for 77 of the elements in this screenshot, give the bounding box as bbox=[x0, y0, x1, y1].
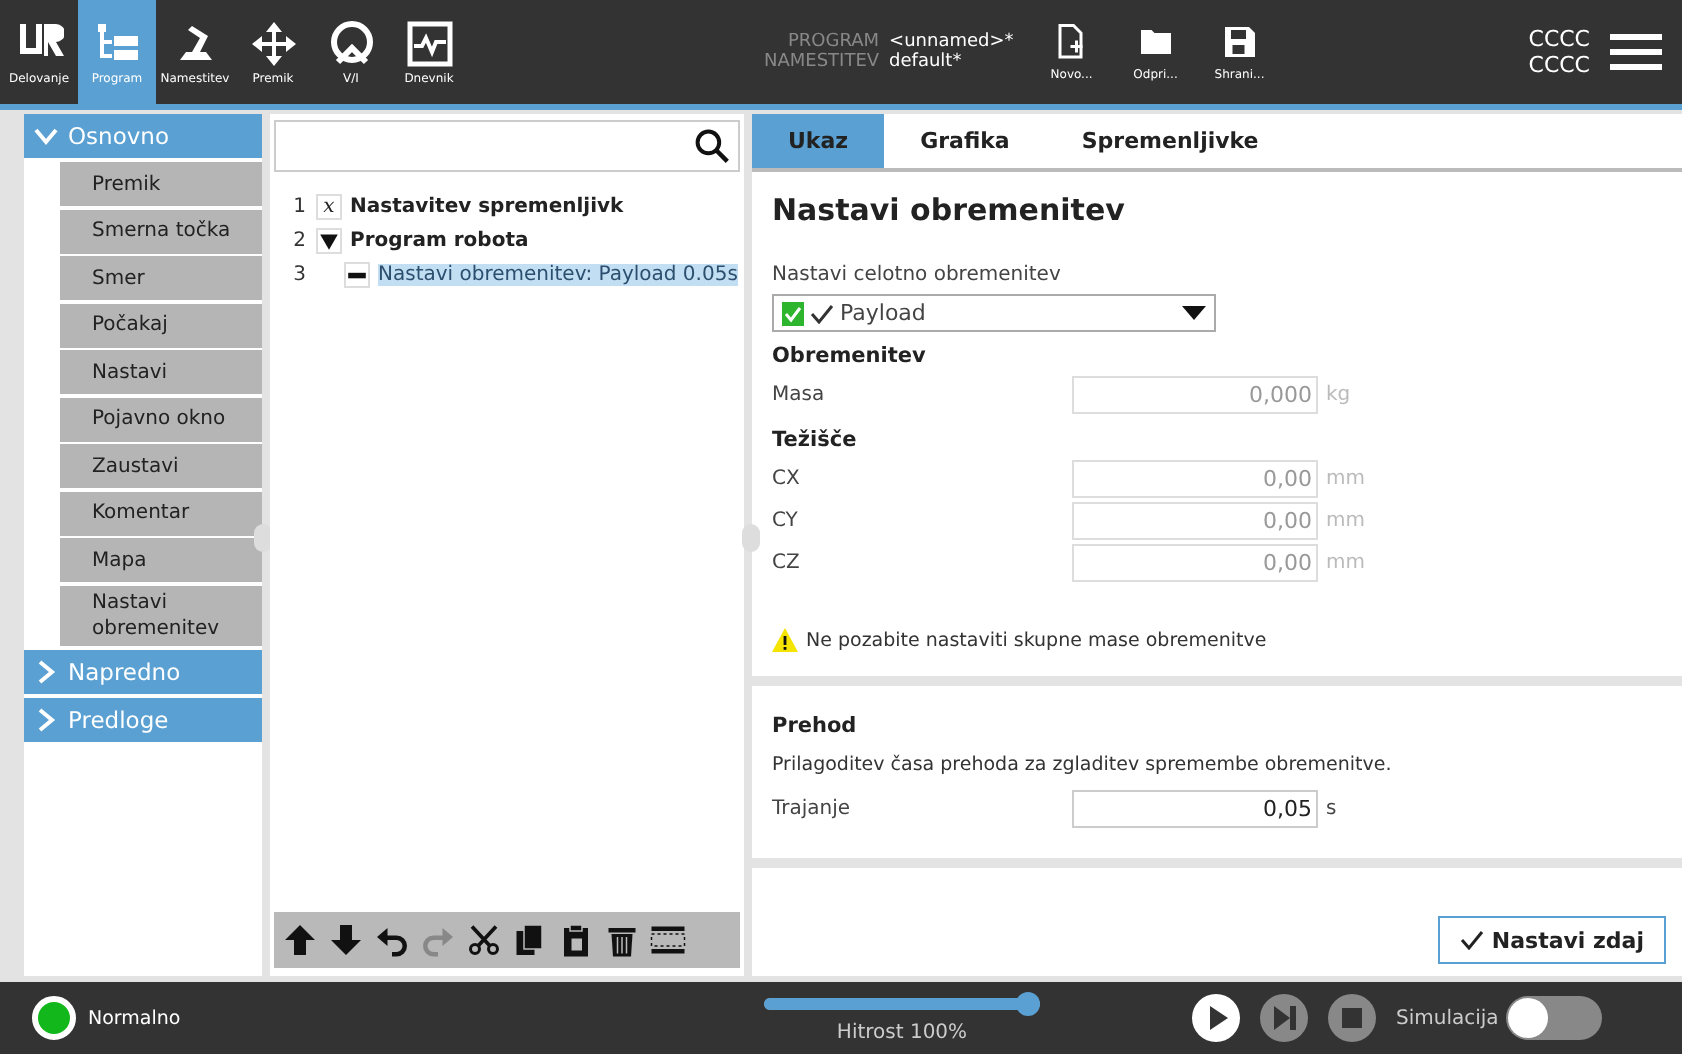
command-item[interactable]: Nastavi obremenitev bbox=[60, 585, 262, 645]
section-heading: Težišče bbox=[772, 428, 859, 452]
field-label: Masa bbox=[772, 384, 827, 406]
up-arrow-icon[interactable] bbox=[282, 922, 318, 958]
trash-icon[interactable] bbox=[604, 922, 640, 958]
stop-icon[interactable] bbox=[1328, 994, 1376, 1042]
check-icon bbox=[810, 303, 834, 323]
status-text: Normalno bbox=[88, 1007, 181, 1029]
program-name: <unnamed>* bbox=[889, 32, 1014, 52]
set-now-button[interactable]: Nastavi zdaj bbox=[1437, 916, 1666, 964]
status-lamp bbox=[32, 996, 76, 1040]
command-item[interactable]: Pojavno okno bbox=[60, 397, 262, 441]
save-icon bbox=[1221, 22, 1258, 62]
unit-label: kg bbox=[1326, 384, 1351, 406]
nav-icon bbox=[327, 19, 375, 67]
simulation-label: Simulacija bbox=[1396, 1007, 1499, 1029]
play-icon[interactable] bbox=[1192, 994, 1240, 1042]
command-item[interactable]: Smerna točka bbox=[60, 209, 262, 253]
unit-label: mm bbox=[1326, 510, 1365, 532]
field-label: CY bbox=[772, 510, 800, 532]
payload-dropdown[interactable]: Payload bbox=[772, 294, 1216, 332]
command-title: Nastavi obremenitev bbox=[772, 192, 1127, 228]
user-label: CCCC bbox=[1528, 52, 1590, 78]
menu-icon[interactable] bbox=[1610, 32, 1662, 72]
minus-icon bbox=[344, 262, 370, 288]
command-item[interactable]: Počakaj bbox=[60, 303, 262, 347]
collapse-handle[interactable] bbox=[742, 524, 760, 552]
installation-name: default* bbox=[889, 52, 964, 72]
section-heading: Prehod bbox=[772, 714, 859, 738]
transition-description: Prilagoditev časa prehoda za zgladitev spremembe obremenitve. bbox=[772, 754, 1394, 776]
step-icon[interactable] bbox=[1260, 994, 1308, 1042]
scissors-icon[interactable] bbox=[466, 922, 502, 958]
command-item[interactable]: Nastavi bbox=[60, 350, 262, 394]
blank-line-icon[interactable] bbox=[650, 922, 686, 958]
command-item[interactable]: Mapa bbox=[60, 538, 262, 582]
undo-icon[interactable] bbox=[374, 922, 410, 958]
program-node[interactable]: Nastavi obremenitev: Payload 0.05s bbox=[378, 264, 738, 286]
line-number: 1 bbox=[291, 196, 306, 218]
collapse-triangle-icon[interactable] bbox=[316, 228, 342, 254]
field-label: CX bbox=[772, 468, 802, 490]
warning-text: Ne pozabite nastaviti skupne mase obremenitve bbox=[806, 629, 1267, 651]
field-label: CZ bbox=[772, 552, 802, 574]
simulation-toggle[interactable] bbox=[1506, 996, 1603, 1040]
nav-icon bbox=[405, 19, 453, 67]
command-item[interactable]: Zaustavi bbox=[60, 444, 262, 488]
slider-thumb[interactable] bbox=[1016, 992, 1040, 1016]
program-node[interactable]: Nastavitev spremenljivk bbox=[350, 196, 624, 218]
command-item[interactable]: Komentar bbox=[60, 491, 262, 535]
payload-label: Nastavi celotno obremenitev bbox=[772, 264, 1063, 286]
search-icon[interactable] bbox=[694, 128, 730, 164]
payload-icon bbox=[782, 301, 804, 325]
warning-icon bbox=[772, 628, 798, 652]
line-number: 3 bbox=[291, 264, 306, 286]
unit-label: mm bbox=[1326, 468, 1365, 490]
check-icon bbox=[1459, 930, 1484, 950]
speed-slider[interactable] bbox=[764, 992, 1040, 1016]
nav-icon bbox=[249, 19, 297, 67]
clipboard-icon[interactable] bbox=[558, 922, 594, 958]
user-label: CCCC bbox=[1528, 26, 1590, 52]
speed-label: Hitrost 100% bbox=[836, 1022, 968, 1044]
caret-icon bbox=[1182, 305, 1206, 321]
search-field[interactable] bbox=[274, 120, 740, 172]
tab[interactable]: Ukaz bbox=[752, 114, 885, 168]
section-heading: Obremenitev bbox=[772, 344, 928, 368]
installation-label: NAMESTITEV bbox=[764, 52, 880, 72]
down-arrow-icon[interactable] bbox=[328, 922, 364, 958]
command-item[interactable]: Premik bbox=[60, 162, 262, 206]
program-label: PROGRAM bbox=[785, 32, 880, 52]
command-item[interactable]: Smer bbox=[60, 256, 262, 300]
variable-icon: x bbox=[316, 194, 342, 220]
program-node[interactable]: Program robota bbox=[350, 230, 529, 252]
unit-label: s bbox=[1326, 798, 1337, 820]
unit-label: mm bbox=[1326, 552, 1365, 574]
line-number: 2 bbox=[291, 230, 306, 252]
number-field[interactable]: 0,05 bbox=[1072, 790, 1318, 828]
copy-icon[interactable] bbox=[512, 922, 548, 958]
field-label: Trajanje bbox=[772, 798, 853, 820]
